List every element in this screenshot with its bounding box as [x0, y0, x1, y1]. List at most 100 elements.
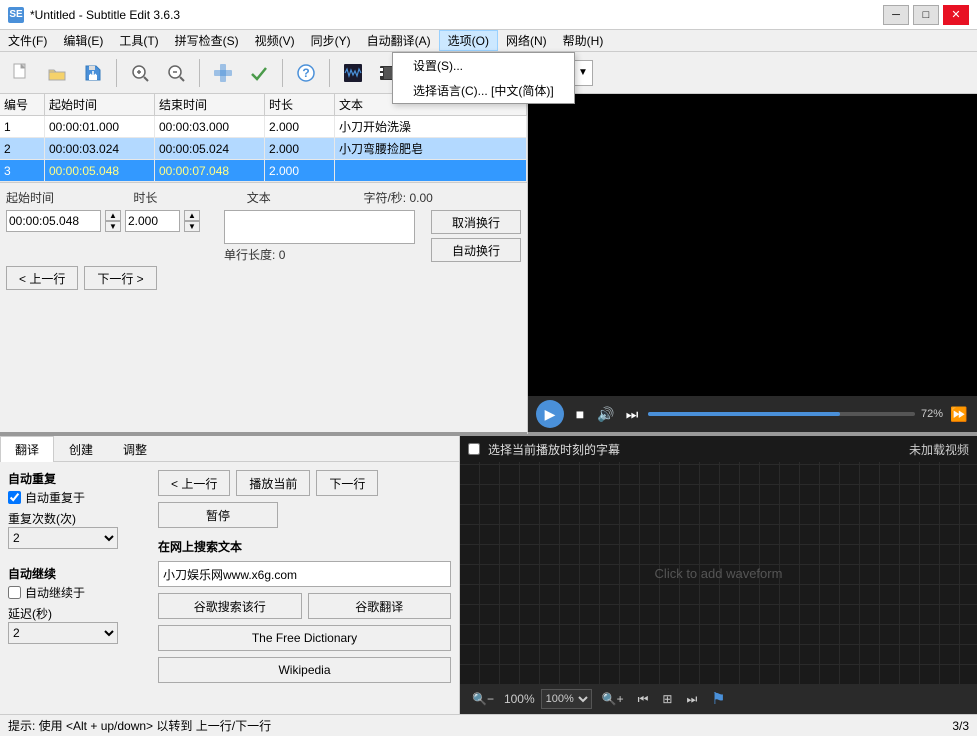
menu-edit[interactable]: 编辑(E): [55, 30, 111, 51]
translation-panel: 翻译 创建 调整 自动重复 自动重复于 重复次数(次) 2: [0, 436, 460, 714]
window-title: *Untitled - Subtitle Edit 3.6.3: [30, 8, 180, 22]
video-controls: ▶ ■ 🔊 ⏭ 72% ⏩: [528, 396, 977, 432]
zoom-select[interactable]: 100%: [541, 689, 592, 709]
waveform-button[interactable]: [336, 56, 370, 90]
table-row[interactable]: 1 00:00:01.000 00:00:03.000 2.000 小刀开始洗澡: [0, 116, 527, 138]
trans-prev-button[interactable]: < 上一行: [158, 470, 230, 496]
delay-select[interactable]: 2: [8, 622, 118, 644]
mute-button[interactable]: 🔊: [596, 404, 616, 424]
start-time-label: 起始时间: [6, 189, 54, 206]
duration-down[interactable]: ▼: [184, 221, 200, 232]
col-header-dur: 时长: [265, 94, 335, 115]
skip-forward-button[interactable]: ⏭: [622, 404, 642, 424]
edit-area: 起始时间 时长 文本 字符/秒: 0.00: [0, 182, 527, 337]
google-translate-button[interactable]: 谷歌翻译: [308, 593, 452, 619]
waveform-prev-btn[interactable]: ⏮: [634, 692, 653, 707]
search-input[interactable]: [158, 561, 451, 587]
text-label: 文本: [247, 189, 271, 206]
menu-options[interactable]: 选项(O): [439, 30, 498, 51]
skip-right-button[interactable]: ⏩: [949, 404, 969, 424]
zoom-level: 100%: [504, 692, 535, 706]
auto-replace-button[interactable]: 自动换行: [431, 238, 521, 262]
repeat-count-select[interactable]: 2: [8, 527, 118, 549]
free-dictionary-button[interactable]: The Free Dictionary: [158, 625, 451, 651]
help-button[interactable]: ?: [289, 56, 323, 90]
video-progress[interactable]: [648, 412, 915, 416]
row1-text: 小刀开始洗澡: [335, 116, 527, 137]
tab-create[interactable]: 创建: [54, 436, 108, 462]
auto-repeat-label: 自动重复于: [25, 489, 85, 506]
svg-text:?: ?: [302, 66, 309, 80]
tab-adjust[interactable]: 调整: [108, 436, 162, 462]
table-row[interactable]: 3 00:00:05.048 00:00:07.048 2.000: [0, 160, 527, 182]
menu-network[interactable]: 网络(N): [498, 30, 555, 51]
row1-dur: 2.000: [265, 116, 335, 137]
start-time-down[interactable]: ▼: [105, 221, 121, 232]
next-row-button[interactable]: 下一行 >: [84, 266, 156, 290]
open-button[interactable]: [40, 56, 74, 90]
waveform-grid-btn[interactable]: ⊞: [658, 692, 676, 706]
menu-spell[interactable]: 拼写检查(S): [167, 30, 247, 51]
duration-input[interactable]: [125, 210, 180, 232]
row3-end: 00:00:07.048: [155, 160, 265, 181]
zoom-in-button[interactable]: [123, 56, 157, 90]
auto-repeat-checkbox[interactable]: [8, 491, 21, 504]
video-display: [528, 94, 977, 396]
auto-continue-label: 自动继续于: [25, 584, 85, 601]
save-button[interactable]: [76, 56, 110, 90]
options-dropdown: 设置(S)... 选择语言(C)... [中文(简体)]: [392, 52, 575, 104]
wikipedia-button[interactable]: Wikipedia: [158, 657, 451, 683]
cancel-replace-button[interactable]: 取消换行: [431, 210, 521, 234]
settings-button[interactable]: [206, 56, 240, 90]
video-panel: ▶ ■ 🔊 ⏭ 72% ⏩: [528, 94, 977, 432]
table-row[interactable]: 2 00:00:03.024 00:00:05.024 2.000 小刀弯腰捡肥…: [0, 138, 527, 160]
trans-next-button[interactable]: 下一行: [316, 470, 378, 496]
waveform-marker-btn[interactable]: ⚑: [707, 689, 729, 709]
dropdown-language[interactable]: 选择语言(C)... [中文(简体)]: [393, 78, 574, 103]
row3-start: 00:00:05.048: [45, 160, 155, 181]
pause-button[interactable]: 暂停: [158, 502, 278, 528]
prev-row-button[interactable]: < 上一行: [6, 266, 78, 290]
waveform-forward-btn[interactable]: ⏭: [682, 692, 701, 707]
encoding-dropdown-arrow: ▼: [578, 67, 588, 78]
zoom-out-icon[interactable]: 🔍−: [468, 692, 498, 706]
menu-sync[interactable]: 同步(Y): [303, 30, 359, 51]
auto-options: 自动重复 自动重复于 重复次数(次) 2 自动继续: [8, 470, 148, 706]
check-button[interactable]: [242, 56, 276, 90]
row1-num: 1: [0, 116, 45, 137]
menu-file[interactable]: 文件(F): [0, 30, 55, 51]
tab-translate[interactable]: 翻译: [0, 436, 54, 462]
waveform-display[interactable]: Click to add waveform: [460, 462, 977, 684]
progress-fill: [648, 412, 840, 416]
maximize-button[interactable]: □: [913, 5, 939, 25]
subtitle-text-input[interactable]: [224, 210, 415, 244]
video-time: 72%: [921, 408, 943, 420]
zoom-out-button[interactable]: [159, 56, 193, 90]
google-search-button[interactable]: 谷歌搜索该行: [158, 593, 302, 619]
start-time-up[interactable]: ▲: [105, 210, 121, 221]
subtitle-list-panel: 编号 起始时间 结束时间 时长 文本 1 00:00:01.000 00:00:…: [0, 94, 528, 434]
col-header-end: 结束时间: [155, 94, 265, 115]
zoom-in-icon[interactable]: 🔍+: [598, 692, 628, 706]
play-button[interactable]: ▶: [536, 400, 564, 428]
dropdown-settings[interactable]: 设置(S)...: [393, 53, 574, 78]
stop-button[interactable]: ■: [570, 404, 590, 424]
row1-start: 00:00:01.000: [45, 116, 155, 137]
waveform-subtitle-checkbox[interactable]: [468, 443, 480, 455]
auto-continue-title: 自动继续: [8, 565, 148, 582]
start-time-input[interactable]: [6, 210, 101, 232]
new-button[interactable]: [4, 56, 38, 90]
title-bar: SE *Untitled - Subtitle Edit 3.6.3 ─ □ ✕: [0, 0, 977, 30]
minimize-button[interactable]: ─: [883, 5, 909, 25]
duration-up[interactable]: ▲: [184, 210, 200, 221]
duration-spinner[interactable]: ▲ ▼: [184, 210, 200, 232]
menu-tools[interactable]: 工具(T): [111, 30, 166, 51]
menu-video[interactable]: 视频(V): [247, 30, 303, 51]
menu-help[interactable]: 帮助(H): [555, 30, 612, 51]
start-time-spinner[interactable]: ▲ ▼: [105, 210, 121, 232]
search-label: 在网上搜索文本: [158, 538, 451, 555]
menu-autotrans[interactable]: 自动翻译(A): [359, 30, 439, 51]
auto-continue-checkbox[interactable]: [8, 586, 21, 599]
play-current-button[interactable]: 播放当前: [236, 470, 310, 496]
close-button[interactable]: ✕: [943, 5, 969, 25]
